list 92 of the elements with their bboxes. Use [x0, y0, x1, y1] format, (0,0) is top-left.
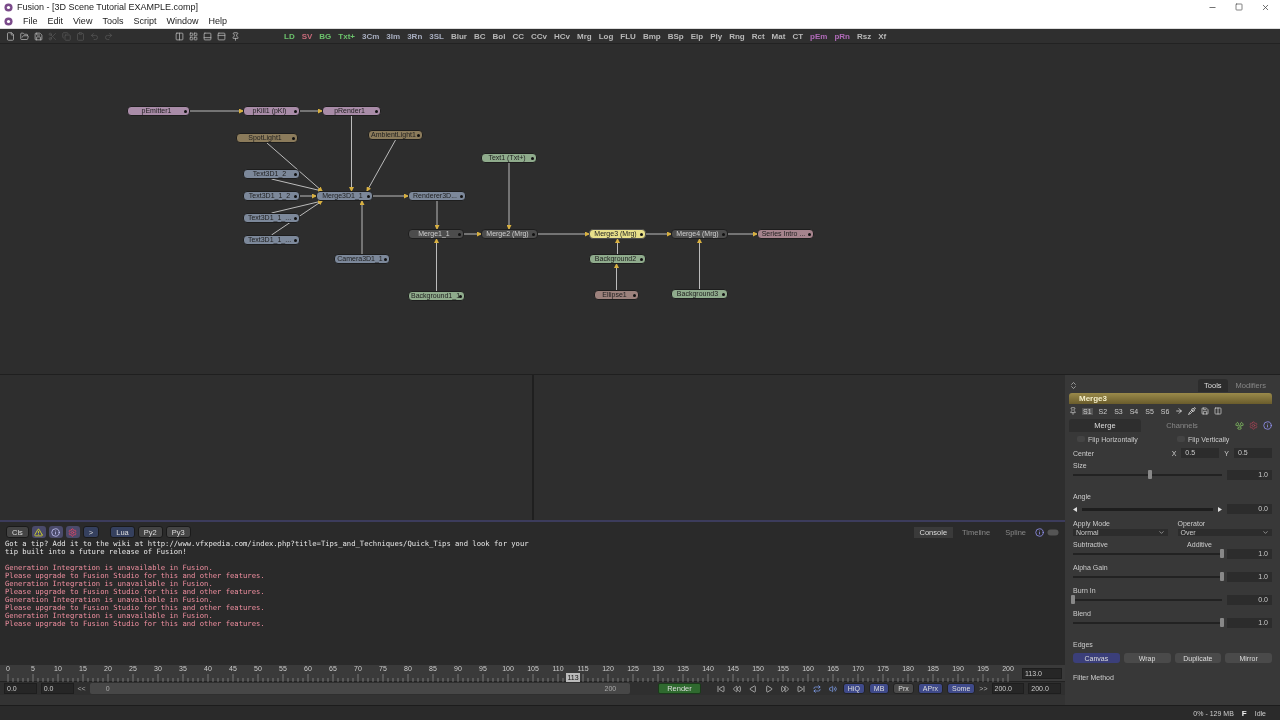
connection-arrow [506, 162, 512, 230]
tool-button[interactable]: Log [597, 31, 615, 41]
tool-button[interactable]: BC [472, 31, 487, 41]
radiation-icon[interactable] [1235, 420, 1244, 430]
connection-arrow [727, 231, 758, 237]
tool-button[interactable]: 3SL [428, 31, 445, 41]
tool-button[interactable]: Rct [750, 31, 766, 41]
arrow-right-icon[interactable] [1175, 407, 1184, 415]
tool-button[interactable]: 3Rn [406, 31, 424, 41]
chevron-down-icon [1157, 529, 1165, 536]
slider-thumb[interactable] [1071, 595, 1075, 604]
chevron-down-icon [1262, 529, 1269, 536]
panel-top-icon[interactable] [217, 31, 226, 41]
info-icon[interactable] [1035, 527, 1044, 537]
tool-button[interactable]: Txt+ [337, 31, 356, 41]
close-icon[interactable] [1261, 2, 1270, 12]
menu-item[interactable]: Script [133, 16, 157, 26]
warning-icon[interactable] [31, 526, 46, 538]
columns-icon[interactable] [175, 31, 184, 41]
grid-icon[interactable] [189, 31, 198, 41]
menu-item[interactable]: Help [208, 16, 227, 26]
folder-icon[interactable] [20, 31, 29, 41]
skip-forward-icon[interactable] [794, 684, 807, 693]
pin-icon[interactable] [231, 31, 240, 41]
info-icon[interactable] [1263, 420, 1272, 430]
fast-forward-icon[interactable] [778, 684, 791, 693]
tool-button[interactable]: FLU [619, 31, 637, 41]
tool-button[interactable]: SV [300, 31, 314, 41]
tool-button[interactable]: LD [283, 31, 296, 41]
clipboard-icon[interactable] [76, 31, 85, 41]
tool-button[interactable]: Mat [770, 31, 787, 41]
tool-button[interactable]: Rng [728, 31, 746, 41]
connection-arrow [434, 200, 440, 230]
status-logo: F [1241, 708, 1247, 718]
skip-back-icon[interactable] [714, 684, 727, 693]
pin-icon[interactable] [1069, 407, 1077, 415]
tool-button[interactable]: CC [511, 31, 525, 41]
connection-arrow [299, 108, 323, 114]
connection-arrow [615, 238, 620, 255]
tool-button[interactable]: Blur [449, 31, 468, 41]
connection-arrow [614, 263, 619, 291]
menu-item[interactable]: Tools [102, 16, 124, 26]
menu-item[interactable]: File [23, 16, 38, 26]
rewind-icon[interactable] [730, 684, 743, 693]
connection-arrow [463, 231, 482, 237]
maximize-icon[interactable] [1235, 2, 1243, 12]
pipette-icon[interactable] [1188, 407, 1197, 415]
tool-button[interactable]: CT [791, 31, 805, 41]
toggle-icon[interactable] [1047, 528, 1059, 536]
tool-button[interactable]: BG [318, 31, 333, 41]
connection-arrow [359, 200, 365, 255]
tool-button[interactable]: Bmp [641, 31, 662, 41]
tool-button[interactable]: BSp [666, 31, 685, 41]
tool-button[interactable]: CCv [529, 31, 548, 41]
columns-icon[interactable] [1214, 407, 1223, 415]
panel-bottom-icon[interactable] [203, 31, 212, 41]
play-reverse-icon[interactable] [746, 684, 759, 693]
connection-arrow [189, 108, 244, 114]
tool-button[interactable]: Elp [689, 31, 705, 41]
settings-icon[interactable] [65, 526, 80, 538]
loop-icon[interactable] [810, 684, 823, 693]
left-arrow-icon[interactable] [1073, 506, 1077, 512]
connection-arrow [537, 231, 590, 237]
menu-item[interactable]: Window [166, 16, 199, 26]
tool-button[interactable]: 3Im [385, 31, 402, 41]
tool-button[interactable]: 3Cm [361, 31, 381, 41]
tool-button[interactable]: pRn [833, 31, 851, 41]
menu-item[interactable]: Edit [47, 16, 64, 26]
tool-button[interactable]: Ply [709, 31, 724, 41]
right-arrow-icon[interactable] [1218, 506, 1222, 512]
tool-header[interactable]: Merge3 [1069, 393, 1272, 404]
connection-arrow [434, 238, 439, 292]
slider-thumb[interactable] [1148, 470, 1153, 479]
info-icon[interactable] [48, 526, 63, 538]
up-down-icon[interactable] [1069, 380, 1078, 390]
window-title: Fusion - [3D Scene Tutorial EXAMPLE.comp] [17, 2, 200, 12]
tool-button[interactable]: Bol [491, 31, 507, 41]
save-icon[interactable] [1201, 407, 1210, 415]
slider-thumb[interactable] [1220, 618, 1224, 627]
new-file-icon[interactable] [6, 31, 15, 41]
tool-button[interactable]: Mrg [576, 31, 593, 41]
save-icon[interactable] [34, 31, 43, 41]
slider-thumb[interactable] [1220, 549, 1224, 558]
tool-button[interactable]: pEm [809, 31, 829, 41]
menu-item[interactable]: View [73, 16, 93, 26]
connection-arrow [645, 231, 672, 237]
speaker-icon[interactable] [826, 684, 839, 693]
tool-button[interactable]: HCv [553, 31, 571, 41]
connection-arrow [697, 238, 702, 290]
slider-thumb[interactable] [1220, 572, 1224, 581]
tool-button[interactable]: Rsz [855, 31, 873, 41]
tool-button[interactable]: Xf [877, 31, 888, 41]
